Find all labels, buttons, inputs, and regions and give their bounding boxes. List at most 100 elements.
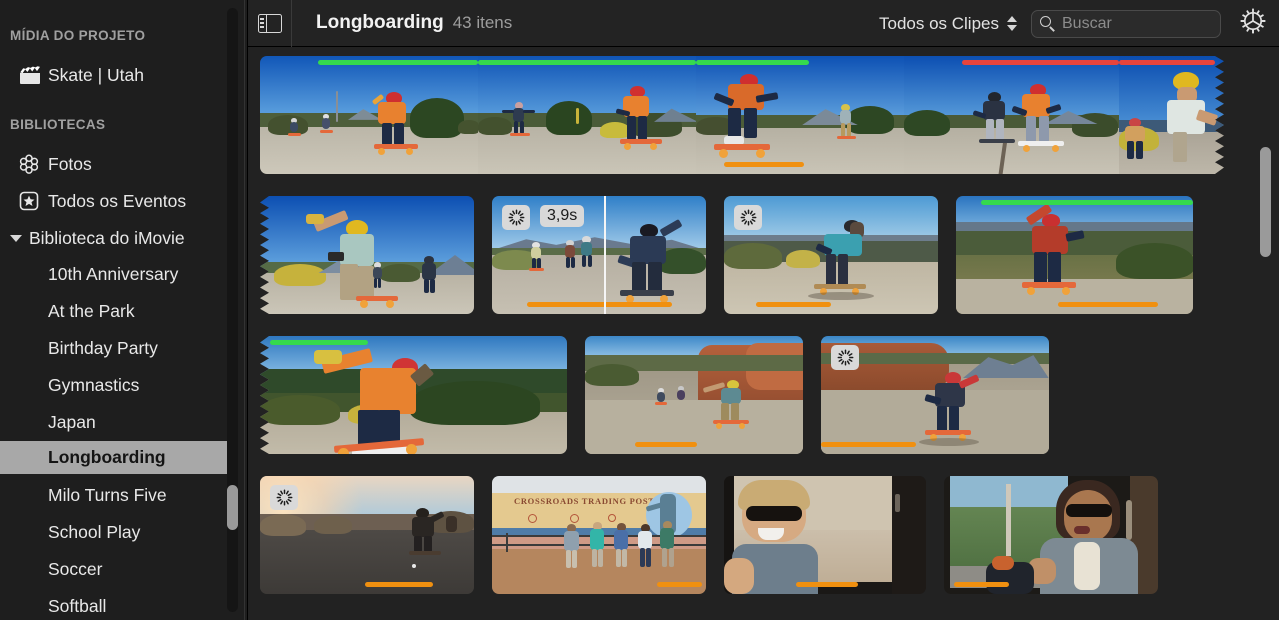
search-field[interactable] (1031, 9, 1221, 38)
sidebar-item-label: 10th Anniversary (48, 263, 179, 284)
toolbar: Longboarding 43 itens Todos os Clipes (248, 0, 1279, 47)
clip-filter-dropdown[interactable]: Todos os Clipes (879, 14, 1017, 34)
sidebar-item-label: School Play (48, 521, 141, 542)
spinner-icon (276, 489, 292, 506)
sidebar-toggle-button[interactable] (248, 0, 292, 47)
clip-van-blond-guy[interactable] (724, 476, 926, 594)
progress-marker (635, 442, 697, 447)
disclosure-triangle-icon[interactable] (10, 234, 22, 242)
clip-yellow-helmet-start[interactable] (260, 196, 474, 314)
playhead[interactable] (604, 196, 606, 314)
loading-spinner-badge (502, 205, 530, 230)
up-down-chevron-icon[interactable] (1007, 16, 1017, 31)
rejected-marker (962, 60, 1119, 65)
clip-crouch-carve[interactable] (696, 56, 904, 174)
progress-marker (527, 302, 672, 307)
progress-marker (796, 582, 858, 587)
sidebar-item-soccer[interactable]: Soccer (0, 553, 238, 585)
sidebar-item-at-the-park[interactable]: At the Park (0, 295, 238, 327)
search-icon (1040, 16, 1055, 32)
clip-group-descend-loading[interactable]: 3,9s (492, 196, 706, 314)
clip-yellow-helmet-continued[interactable] (1119, 56, 1224, 174)
clip-two-skaters-road[interactable] (478, 56, 696, 174)
page-title: Longboarding (316, 12, 444, 33)
progress-marker (657, 582, 702, 587)
sidebar-item-label: Birthday Party (48, 337, 158, 358)
sidebar-item-10th-anniversary[interactable]: 10th Anniversary (0, 258, 238, 290)
sidebar-item-birthday-party[interactable]: Birthday Party (0, 332, 238, 364)
browser-heading: Longboarding 43 itens (316, 12, 512, 34)
loading-spinner-badge (270, 485, 298, 510)
item-count: 43 itens (452, 13, 513, 32)
sidebar-item-softball[interactable]: Softball (0, 590, 238, 620)
favorite-marker (318, 60, 478, 65)
sidebar-item-label: Gymnastics (48, 374, 140, 395)
sidebar-item-label: Biblioteca do iMovie (29, 227, 185, 248)
clip-van-woman-sunglasses[interactable] (944, 476, 1158, 594)
clip-row: CROSSROADS TRADING POST (260, 476, 1158, 594)
spinner-icon (837, 349, 853, 366)
sign-text: CROSSROADS TRADING POST (514, 496, 655, 506)
clip-sunset-road-loading[interactable] (260, 476, 474, 594)
progress-marker (1058, 302, 1158, 307)
sidebar-item-milo-turns-five[interactable]: Milo Turns Five (0, 479, 238, 511)
sidebar-item-label: At the Park (48, 300, 135, 321)
clip-downhill-orange-shirt[interactable] (260, 56, 478, 174)
rejected-marker (1119, 60, 1215, 65)
favorite-marker (696, 60, 809, 65)
duration-badge: 3,9s (540, 205, 585, 228)
clip-orange-shirt-carve[interactable] (260, 336, 567, 454)
clapperboard-icon (18, 65, 48, 85)
sidebar-item-label: Skate | Utah (48, 64, 144, 85)
clip-filter-label: Todos os Clipes (878, 13, 999, 33)
progress-marker (724, 162, 804, 167)
browser-scrollbar-thumb[interactable] (1260, 147, 1271, 257)
sidebar-divider-inner (244, 0, 245, 620)
clip-skater-mountain-road[interactable] (956, 196, 1193, 314)
sidebar-item-gymnastics[interactable]: Gymnastics (0, 369, 238, 401)
sidebar-group-biblioteca-do-imovie[interactable]: Biblioteca do iMovie (0, 222, 238, 254)
star-box-icon (18, 190, 48, 212)
progress-marker (954, 582, 1009, 587)
sidebar-item-school-play[interactable]: School Play (0, 516, 238, 548)
sidebar-item-skate-utah[interactable]: Skate | Utah (0, 59, 238, 91)
sidebar-scrollbar-thumb[interactable] (227, 485, 238, 530)
clip-row (260, 336, 1049, 454)
progress-marker (365, 582, 433, 587)
loading-spinner-badge (734, 205, 762, 230)
photos-flower-icon (18, 153, 48, 175)
clip-crossroads-trading-post[interactable]: CROSSROADS TRADING POST (492, 476, 706, 594)
sidebar-item-label: Todos os Eventos (48, 190, 187, 211)
media-browser-grid[interactable]: 3,9s CROSSROADS TRADING POST (248, 47, 1279, 620)
sidebar-item-label: Milo Turns Five (48, 484, 167, 505)
clip-red-rock-canyon[interactable] (585, 336, 803, 454)
favorite-marker (270, 340, 368, 345)
sidebar-section-libraries: BIBLIOTECAS (10, 117, 106, 132)
sidebar-item-label: Longboarding (48, 447, 166, 467)
sidebar-item-fotos[interactable]: Fotos (0, 148, 238, 180)
toolbar-right-controls: Todos os Clipes (879, 0, 1279, 47)
sidebar-item-label: Fotos (48, 153, 92, 174)
sidebar: MÍDIA DO PROJETO Skate | Utah BIBLIOTECA… (0, 0, 248, 620)
sidebar-item-label: Japan (48, 411, 96, 432)
sidebar-item-label: Softball (48, 595, 107, 616)
settings-button[interactable] (1235, 0, 1271, 47)
sidebar-section-project-media: MÍDIA DO PROJETO (10, 28, 146, 43)
sidebar-item-longboarding[interactable]: Longboarding (0, 441, 238, 474)
clip-pair-descend[interactable] (904, 56, 1119, 174)
clip-red-rock-skater-loading[interactable] (821, 336, 1049, 454)
sidebar-item-todos-os-eventos[interactable]: Todos os Eventos (0, 185, 238, 217)
sidebar-item-japan[interactable]: Japan (0, 406, 238, 438)
main-panel: Longboarding 43 itens Todos os Clipes Bu… (248, 0, 1279, 620)
clip-row (260, 56, 1224, 174)
sidebar-item-label: Soccer (48, 558, 103, 579)
loading-spinner-badge (831, 345, 859, 370)
imovie-media-browser-window: MÍDIA DO PROJETO Skate | Utah BIBLIOTECA… (0, 0, 1279, 620)
clip-solo-rider-mesa[interactable] (724, 196, 938, 314)
sidebar-toggle-icon (257, 13, 282, 33)
clip-row: 3,9s (260, 196, 1193, 314)
spinner-icon (740, 209, 756, 226)
spinner-icon (508, 209, 524, 226)
progress-marker (756, 302, 831, 307)
search-input[interactable] (1062, 14, 1212, 33)
